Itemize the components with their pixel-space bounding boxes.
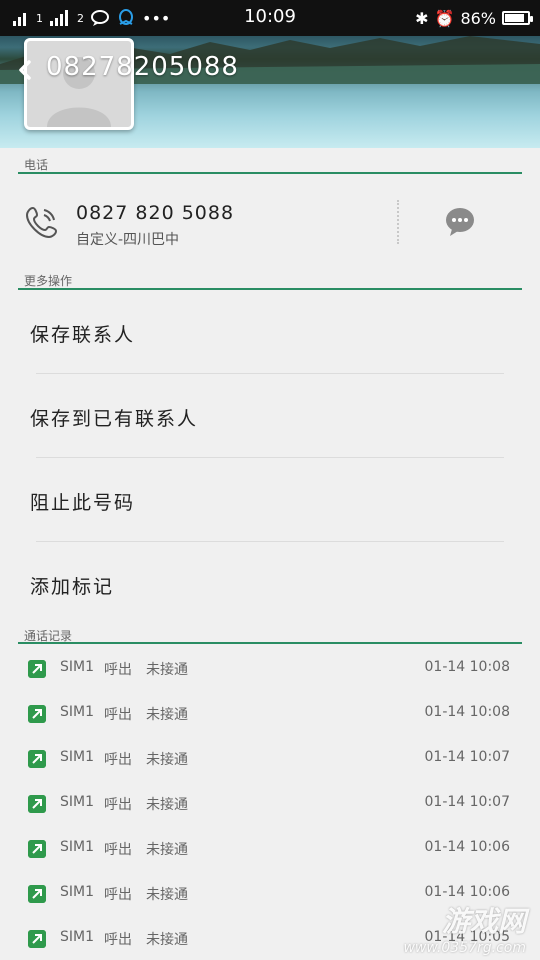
save-to-existing-contact-button[interactable]: 保存到已有联系人 [0, 374, 540, 458]
action-label: 保存联系人 [30, 324, 136, 346]
phone-icon[interactable] [24, 204, 60, 240]
watermark-url: www.0357rg.com [403, 940, 526, 956]
section-label-more-actions: 更多操作 [24, 274, 73, 288]
section-divider [18, 172, 522, 174]
call-time: 01-14 10:07 [424, 794, 510, 810]
action-label: 保存到已有联系人 [30, 408, 199, 430]
call-time: 01-14 10:08 [424, 659, 510, 675]
call-sim: SIM1 [60, 884, 95, 900]
outgoing-call-icon [28, 660, 46, 678]
outgoing-call-icon [28, 795, 46, 813]
call-sim: SIM1 [60, 929, 95, 945]
call-time: 01-14 10:06 [424, 839, 510, 855]
call-type: 呼出 [104, 842, 132, 858]
save-contact-button[interactable]: 保存联系人 [0, 290, 540, 374]
call-type: 呼出 [104, 797, 132, 813]
phone-number-row[interactable]: 0827 820 5088 自定义-四川巴中 [0, 186, 540, 256]
call-status: 未接通 [146, 797, 188, 813]
call-log-row[interactable]: SIM1 呼出 未接通 01-14 10:06 [0, 825, 540, 870]
section-label-phone: 电话 [24, 158, 49, 172]
call-time: 01-14 10:07 [424, 749, 510, 765]
call-sim: SIM1 [60, 659, 95, 675]
block-number-button[interactable]: 阻止此号码 [0, 458, 540, 542]
battery-percent: 86% [460, 8, 496, 28]
contact-header: 1 2 ••• 10:09 ✱ ⏰ 86% 08278205088 [0, 0, 540, 148]
call-type: 呼出 [104, 752, 132, 768]
call-type: 呼出 [104, 887, 132, 903]
section-divider [18, 642, 522, 644]
call-log-row[interactable]: SIM1 呼出 未接通 01-14 10:08 [0, 690, 540, 735]
chevron-left-icon [19, 60, 31, 80]
call-status: 未接通 [146, 932, 188, 948]
call-type: 呼出 [104, 707, 132, 723]
outgoing-call-icon [28, 840, 46, 858]
outgoing-call-icon [28, 930, 46, 948]
message-icon[interactable] [444, 206, 476, 238]
call-type: 呼出 [104, 932, 132, 948]
outgoing-call-icon [28, 705, 46, 723]
action-label: 添加标记 [30, 576, 115, 598]
alarm-icon: ⏰ [434, 8, 455, 28]
back-button[interactable] [14, 56, 36, 84]
status-bar: 1 2 ••• 10:09 ✱ ⏰ 86% [0, 0, 540, 36]
call-sim: SIM1 [60, 749, 95, 765]
call-time: 01-14 10:06 [424, 884, 510, 900]
call-status: 未接通 [146, 662, 188, 678]
call-sim: SIM1 [60, 794, 95, 810]
vertical-divider [397, 200, 399, 244]
outgoing-call-icon [28, 750, 46, 768]
call-log-row[interactable]: SIM1 呼出 未接通 01-14 10:07 [0, 735, 540, 780]
call-sim: SIM1 [60, 839, 95, 855]
call-time: 01-14 10:08 [424, 704, 510, 720]
call-log-row[interactable]: SIM1 呼出 未接通 01-14 10:08 [0, 645, 540, 690]
call-status: 未接通 [146, 707, 188, 723]
add-tag-button[interactable]: 添加标记 [0, 542, 540, 626]
call-sim: SIM1 [60, 704, 95, 720]
page-title: 08278205088 [46, 52, 239, 82]
action-label: 阻止此号码 [30, 492, 136, 514]
bluetooth-icon: ✱ [415, 8, 429, 28]
phone-number: 0827 820 5088 [76, 202, 235, 224]
call-status: 未接通 [146, 752, 188, 768]
call-status: 未接通 [146, 887, 188, 903]
outgoing-call-icon [28, 885, 46, 903]
phone-location: 自定义-四川巴中 [76, 232, 180, 248]
watermark: 游戏网 www.0357rg.com [403, 900, 526, 956]
call-status: 未接通 [146, 842, 188, 858]
call-log-row[interactable]: SIM1 呼出 未接通 01-14 10:07 [0, 780, 540, 825]
watermark-brand: 游戏网 [441, 905, 526, 938]
battery-icon [502, 11, 533, 25]
call-type: 呼出 [104, 662, 132, 678]
